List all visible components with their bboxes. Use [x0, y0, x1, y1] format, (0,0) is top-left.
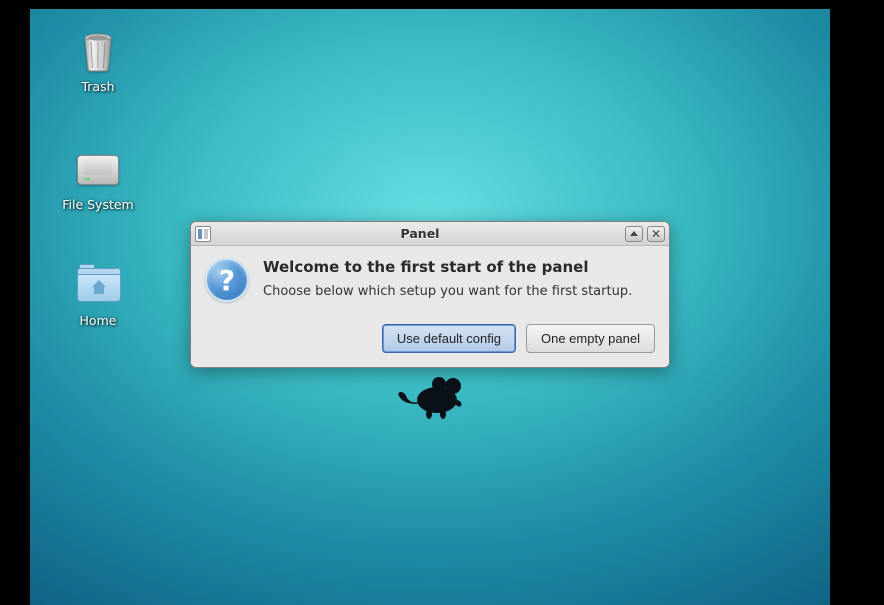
one-empty-panel-button[interactable]: One empty panel [526, 324, 655, 353]
desktop-icon-trash[interactable]: Trash [48, 31, 148, 94]
desktop-icon-label: Trash [48, 79, 148, 94]
dialog-body: ? Welcome to the first start of the pane… [191, 246, 669, 367]
dialog-message: Choose below which setup you want for th… [263, 284, 632, 299]
rollup-button[interactable] [625, 226, 643, 242]
xfce-mouse-icon [395, 374, 467, 424]
dialog-heading: Welcome to the first start of the panel [263, 258, 632, 276]
panel-icon [195, 226, 211, 242]
desktop-icon-label: File System [48, 197, 148, 212]
desktop-icon-label: Home [48, 313, 148, 328]
use-default-config-button[interactable]: Use default config [382, 324, 516, 353]
disk-icon [77, 149, 119, 191]
dialog-titlebar[interactable]: Panel ✕ [191, 222, 669, 246]
desktop-icon-home[interactable]: Home [48, 265, 148, 328]
question-icon: ? [205, 258, 249, 302]
close-button[interactable]: ✕ [647, 226, 665, 242]
desktop[interactable]: Trash File System Home [30, 9, 830, 605]
desktop-icon-filesystem[interactable]: File System [48, 149, 148, 212]
trash-icon [77, 31, 119, 73]
folder-home-icon [77, 265, 119, 307]
dialog-title: Panel [215, 226, 625, 241]
panel-dialog: Panel ✕ ? Welcome to the first start of … [190, 221, 670, 368]
